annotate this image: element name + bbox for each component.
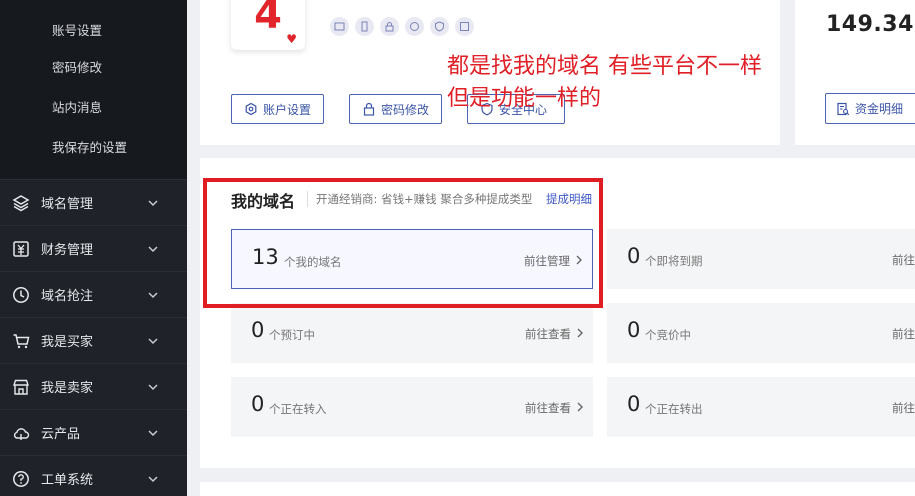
stat-unit: 个正在转入 xyxy=(269,402,327,416)
help-icon xyxy=(12,470,30,488)
finance-icon xyxy=(12,240,30,258)
clock-icon xyxy=(12,286,30,304)
stat-count: 0 xyxy=(251,392,265,416)
account-settings-button[interactable]: 账户设置 xyxy=(231,94,325,124)
stat-unit: 个即将到期 xyxy=(645,254,703,268)
gear-icon xyxy=(245,102,257,116)
sidebar-item-cloud-products[interactable]: 云产品 xyxy=(0,409,187,455)
stat-count: 0 xyxy=(627,244,641,268)
sidebar-item-label: 我是买家 xyxy=(41,335,94,350)
stat-transferring-in[interactable]: 0 个正在转入 前往查看 xyxy=(231,377,593,437)
sidebar-item-label: 工单系统 xyxy=(41,473,94,488)
stat-action: 前往 xyxy=(892,253,915,267)
sidebar-item-label: 财务管理 xyxy=(41,243,94,258)
chevron-down-icon xyxy=(148,291,158,298)
cloud-icon xyxy=(12,424,30,442)
sidebar-item-account-settings[interactable]: 账号设置 xyxy=(0,14,187,48)
sidebar: 账号设置 密码修改 站内消息 我保存的设置 域名管理 财务管理 域名抢注 我是买… xyxy=(0,0,187,496)
change-password-label: 密码修改 xyxy=(381,102,430,117)
stat-count: 13 xyxy=(252,245,279,269)
stat-unit: 个正在转出 xyxy=(645,402,703,416)
chevron-down-icon xyxy=(148,429,158,436)
sidebar-item-label: 域名抢注 xyxy=(41,289,94,304)
sidebar-item-domain-backorder[interactable]: 域名抢注 xyxy=(0,271,187,317)
stat-my-domains[interactable]: 13 个我的域名 前往管理 xyxy=(231,229,593,289)
next-card xyxy=(200,482,915,496)
stat-unit: 个竞价中 xyxy=(645,328,691,342)
sidebar-item-label: 云产品 xyxy=(41,427,81,442)
stat-action: 前往 xyxy=(892,401,915,415)
fund-details-button[interactable]: 资金明细 xyxy=(825,93,915,124)
stat-action: 前往管理 xyxy=(524,254,570,268)
balance-amount: 149.34 xyxy=(826,12,914,37)
card-verify-icon[interactable] xyxy=(455,17,474,36)
sidebar-item-finance[interactable]: 财务管理 xyxy=(0,225,187,271)
level-badge: 4 ♥ xyxy=(231,0,305,50)
change-password-button[interactable]: 密码修改 xyxy=(349,94,443,124)
stat-expiring[interactable]: 0 个即将到期 前往 xyxy=(607,229,915,289)
chevron-right-icon xyxy=(577,402,583,412)
sidebar-item-domain-management[interactable]: 域名管理 xyxy=(0,179,187,225)
email-verify-icon[interactable] xyxy=(330,17,349,36)
level-number: 4 xyxy=(254,0,282,38)
layers-icon xyxy=(12,194,30,212)
lock-icon xyxy=(363,102,375,116)
stat-transferring-out[interactable]: 0 个正在转出 前往 xyxy=(607,377,915,437)
finance-card: 149.34 资金明细 xyxy=(795,0,915,145)
stat-unit: 个预订中 xyxy=(269,328,315,342)
id-verify-icon[interactable] xyxy=(405,17,424,36)
chevron-right-icon xyxy=(577,328,583,338)
fund-details-label: 资金明细 xyxy=(855,102,904,116)
store-icon xyxy=(12,378,30,396)
stat-action: 前往查看 xyxy=(525,401,571,415)
heart-icon: ♥ xyxy=(286,32,297,46)
annotation-line-2: 但是功能一样的 xyxy=(447,86,602,111)
sidebar-item-buyer[interactable]: 我是买家 xyxy=(0,317,187,363)
stat-action: 前往查看 xyxy=(525,327,571,341)
chevron-down-icon xyxy=(148,337,158,344)
stat-bidding[interactable]: 0 个竞价中 前往 xyxy=(607,303,915,363)
sidebar-item-saved-settings[interactable]: 我保存的设置 xyxy=(0,128,187,168)
stat-count: 0 xyxy=(627,318,641,342)
sidebar-item-label: 域名管理 xyxy=(41,197,94,212)
sidebar-item-seller[interactable]: 我是卖家 xyxy=(0,363,187,409)
sidebar-item-messages[interactable]: 站内消息 xyxy=(0,88,187,128)
stat-unit: 个我的域名 xyxy=(284,255,342,269)
account-submenu: 账号设置 密码修改 站内消息 我保存的设置 xyxy=(0,0,187,179)
document-search-icon xyxy=(837,102,850,115)
chevron-down-icon xyxy=(148,199,158,206)
verification-icons xyxy=(330,17,474,36)
shield-verify-icon[interactable] xyxy=(430,17,449,36)
section-title: 我的域名 xyxy=(231,192,296,211)
stat-count: 0 xyxy=(251,318,265,342)
phone-verify-icon[interactable] xyxy=(355,17,374,36)
commission-details-link[interactable]: 提成明细 xyxy=(546,191,592,207)
lock-verify-icon[interactable] xyxy=(380,17,399,36)
chevron-down-icon xyxy=(148,383,158,390)
sidebar-item-ticket-system[interactable]: 工单系统 xyxy=(0,455,187,496)
chevron-down-icon xyxy=(148,475,158,482)
sidebar-item-label: 我是卖家 xyxy=(41,381,94,396)
chevron-down-icon xyxy=(148,245,158,252)
stat-reserving[interactable]: 0 个预订中 前往查看 xyxy=(231,303,593,363)
reseller-promo-text: 开通经销商: 省钱+赚钱 聚合多种提成类型 xyxy=(307,191,532,207)
annotation-line-1: 都是找我的域名 有些平台不一样 xyxy=(447,54,762,79)
cart-icon xyxy=(12,332,30,350)
my-domains-card: 我的域名 开通经销商: 省钱+赚钱 聚合多种提成类型 提成明细 13 个我的域名… xyxy=(200,158,915,468)
sidebar-item-password[interactable]: 密码修改 xyxy=(0,48,187,88)
account-settings-label: 账户设置 xyxy=(263,102,312,117)
stat-count: 0 xyxy=(627,392,641,416)
stat-action: 前往 xyxy=(892,327,915,341)
chevron-right-icon xyxy=(576,255,582,265)
